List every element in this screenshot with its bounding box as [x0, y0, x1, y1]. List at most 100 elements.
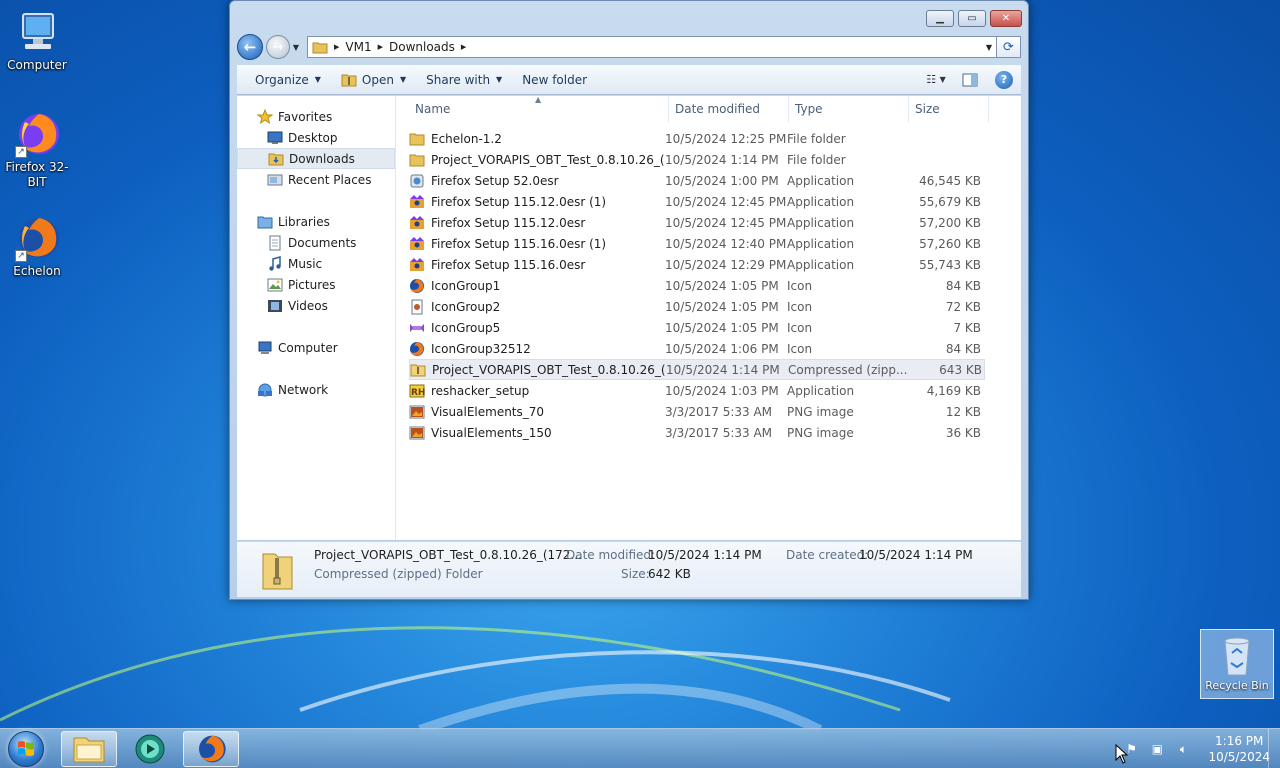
- mouse-cursor-icon: [1115, 744, 1129, 764]
- file-row[interactable]: Firefox Setup 115.16.0esr (1) 10/5/2024 1…: [409, 233, 985, 254]
- file-size: 84 KB: [945, 278, 981, 293]
- file-size: 57,260 KB: [919, 236, 981, 251]
- file-type: Application: [787, 257, 855, 272]
- new-folder-button[interactable]: New folder: [512, 68, 597, 92]
- breadcrumb-downloads[interactable]: Downloads: [389, 40, 455, 54]
- column-header-row: Name ▲ Date modified Type Size: [397, 95, 1021, 122]
- nav-documents[interactable]: Documents: [237, 232, 395, 253]
- libraries-icon: [257, 216, 273, 228]
- file-name: Firefox Setup 115.16.0esr (1): [431, 236, 607, 251]
- file-type: Application: [787, 194, 855, 209]
- desktop-icon-computer[interactable]: Computer: [0, 8, 74, 73]
- taskbar-firefox-button[interactable]: [183, 731, 239, 767]
- file-name-cell: Echelon-1.2: [409, 131, 665, 147]
- file-row[interactable]: Echelon-1.2 10/5/2024 12:25 PM File folder: [409, 128, 985, 149]
- breadcrumb-vm1[interactable]: VM1: [345, 40, 371, 54]
- file-type: PNG image: [787, 404, 854, 419]
- file-name: IconGroup1: [431, 278, 501, 293]
- file-name-cell: IconGroup5: [409, 320, 665, 336]
- refresh-icon: ⟳: [1003, 39, 1014, 55]
- start-button[interactable]: [8, 731, 44, 767]
- column-label: Type: [795, 102, 823, 116]
- breadcrumb-separator-icon: ▶: [334, 43, 340, 51]
- caret-down-icon: ▼: [939, 75, 946, 84]
- nav-recent-places[interactable]: Recent Places: [237, 169, 395, 190]
- file-row[interactable]: RH reshacker_setup 10/5/2024 1:03 PM Applic…: [409, 380, 985, 401]
- open-button[interactable]: Open ▼: [331, 68, 416, 92]
- network-status-icon[interactable]: ▣: [1148, 740, 1166, 758]
- file-row[interactable]: Project_VORAPIS_OBT_Test_0.8.10.26_(17..…: [409, 149, 985, 170]
- file-name: Firefox Setup 115.12.0esr: [431, 215, 586, 230]
- png-icon: [409, 404, 425, 420]
- address-bar[interactable]: ▶ VM1 ▶ Downloads ▶ ▼: [307, 36, 997, 58]
- change-view-button[interactable]: ☷ ▼: [925, 70, 947, 90]
- file-row[interactable]: IconGroup1 10/5/2024 1:05 PM Icon 84 KB: [409, 275, 985, 296]
- back-button[interactable]: ←: [237, 34, 263, 60]
- desktop-icon-echelon[interactable]: ↗ Echelon: [0, 214, 74, 279]
- file-name: Firefox Setup 115.12.0esr (1): [431, 194, 607, 209]
- folder-icon: [409, 152, 425, 168]
- nav-downloads[interactable]: Downloads: [237, 148, 395, 169]
- file-row[interactable]: IconGroup32512 10/5/2024 1:06 PM Icon 84 KB: [409, 338, 985, 359]
- column-header-name[interactable]: Name: [397, 96, 669, 122]
- details-date-modified-value: 10/5/2024 1:14 PM: [648, 548, 762, 562]
- file-row[interactable]: Firefox Setup 115.12.0esr 10/5/2024 12:45…: [409, 212, 985, 233]
- command-toolbar: Organize ▼ Open ▼ Share with ▼ New folder ☷…: [237, 65, 1021, 95]
- clock-date: 10/5/2024: [1208, 750, 1270, 764]
- nav-desktop[interactable]: Desktop: [237, 127, 395, 148]
- nav-videos[interactable]: Videos: [237, 295, 395, 316]
- system-tray: ⚑ ▣ 🔈︎ 1:16 PM 10/5/2024: [1118, 729, 1270, 768]
- preview-pane-button[interactable]: [959, 70, 981, 90]
- address-dropdown-icon[interactable]: ▼: [986, 43, 992, 52]
- forward-button[interactable]: →: [266, 35, 290, 59]
- file-size: 12 KB: [945, 404, 981, 419]
- close-button[interactable]: ✕: [990, 10, 1022, 27]
- clock[interactable]: 1:16 PM 10/5/2024: [1208, 733, 1270, 765]
- file-name-cell: Firefox Setup 115.12.0esr: [409, 215, 665, 231]
- nav-network[interactable]: Network: [237, 379, 395, 400]
- taskbar-explorer-button[interactable]: [61, 731, 117, 767]
- maximize-button[interactable]: ▭: [958, 10, 986, 27]
- file-name: VisualElements_70: [431, 404, 545, 419]
- nav-libraries[interactable]: Libraries: [237, 211, 395, 232]
- column-header-type[interactable]: Type: [789, 96, 909, 122]
- column-header-date-modified[interactable]: Date modified: [669, 96, 789, 122]
- volume-icon[interactable]: 🔈︎: [1174, 740, 1192, 758]
- nav-label: Pictures: [288, 277, 336, 292]
- refresh-button[interactable]: ⟳: [997, 36, 1021, 58]
- desktop-icon-recycle-bin[interactable]: Recycle Bin: [1200, 629, 1274, 699]
- svg-text:RH: RH: [411, 388, 425, 398]
- file-date-modified: 10/5/2024 1:05 PM: [665, 320, 779, 335]
- minimize-button[interactable]: ▁: [926, 10, 954, 27]
- nav-label: Favorites: [278, 109, 333, 124]
- details-pane: Project_VORAPIS_OBT_Test_0.8.10.26_(172.…: [237, 541, 1021, 597]
- share-with-button[interactable]: Share with ▼: [416, 68, 512, 92]
- desktop-icon-firefox-32bit[interactable]: ↗ Firefox 32-BIT: [0, 110, 74, 190]
- zip-folder-icon: [410, 362, 426, 378]
- file-name-cell: Firefox Setup 115.16.0esr (1): [409, 236, 665, 252]
- column-header-size[interactable]: Size: [909, 96, 989, 122]
- file-list-pane: Name ▲ Date modified Type Size Echelon-1…: [397, 95, 1021, 540]
- file-row[interactable]: Firefox Setup 52.0esr 10/5/2024 1:00 PM Ap…: [409, 170, 985, 191]
- file-row[interactable]: Project_VORAPIS_OBT_Test_0.8.10.26_(17..…: [409, 359, 985, 380]
- recent-pages-dropdown[interactable]: ▼: [291, 43, 301, 52]
- organize-button[interactable]: Organize ▼: [245, 68, 331, 92]
- file-size: 84 KB: [945, 341, 981, 356]
- file-row[interactable]: Firefox Setup 115.16.0esr 10/5/2024 12:29…: [409, 254, 985, 275]
- help-button[interactable]: ?: [993, 70, 1015, 90]
- nav-favorites[interactable]: Favorites: [237, 106, 395, 127]
- show-desktop-button[interactable]: [1268, 729, 1280, 768]
- maximize-icon: ▭: [967, 13, 977, 24]
- file-row[interactable]: IconGroup2 10/5/2024 1:05 PM Icon 72 KB: [409, 296, 985, 317]
- file-row[interactable]: VisualElements_70 3/3/2017 5:33 AM PNG ima…: [409, 401, 985, 422]
- nav-pictures[interactable]: Pictures: [237, 274, 395, 295]
- file-row[interactable]: IconGroup5 10/5/2024 1:05 PM Icon 7 KB: [409, 317, 985, 338]
- file-row[interactable]: VisualElements_150 3/3/2017 5:33 AM PNG im…: [409, 422, 985, 443]
- nav-music[interactable]: Music: [237, 253, 395, 274]
- column-label: Date modified: [675, 102, 761, 116]
- caret-down-icon: ▼: [399, 75, 407, 84]
- taskbar-media-button[interactable]: [122, 731, 178, 767]
- file-list: Echelon-1.2 10/5/2024 12:25 PM File folder…: [409, 128, 985, 443]
- file-row[interactable]: Firefox Setup 115.12.0esr (1) 10/5/2024 1…: [409, 191, 985, 212]
- nav-computer[interactable]: Computer: [237, 337, 395, 358]
